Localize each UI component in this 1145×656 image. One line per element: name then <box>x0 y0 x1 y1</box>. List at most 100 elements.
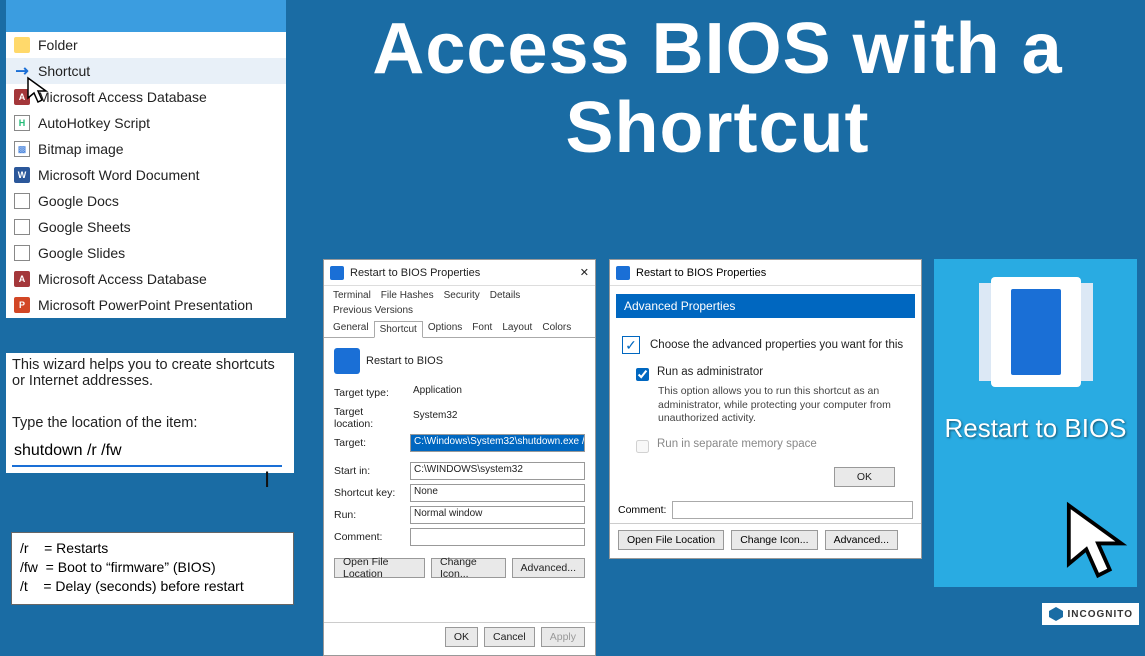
word-icon: W <box>14 167 30 183</box>
legend-line: /r = Restarts <box>20 539 285 558</box>
access-icon: A <box>14 89 30 105</box>
menu-item-gdocs[interactable]: Google Docs <box>6 188 286 214</box>
advanced-intro-text: Choose the advanced properties you want … <box>650 339 903 351</box>
menu-item-label: Microsoft Access Database <box>38 89 207 105</box>
menu-item-powerpoint[interactable]: P Microsoft PowerPoint Presentation <box>6 292 286 318</box>
menu-item-label: Google Sheets <box>38 219 131 235</box>
tab-security[interactable]: Security <box>439 288 485 303</box>
run-label: Run: <box>334 509 404 521</box>
cursor-icon <box>1063 498 1133 583</box>
comment-field[interactable] <box>410 528 585 546</box>
target-type-value: Application <box>410 384 585 402</box>
target-field[interactable]: C:\Windows\System32\shutdown.exe /r /fw … <box>410 434 585 452</box>
window-icon <box>330 266 344 280</box>
startin-label: Start in: <box>334 465 404 477</box>
close-button[interactable]: ✕ <box>571 266 589 279</box>
ok-button[interactable]: OK <box>445 627 478 647</box>
legend-line: /t = Delay (seconds) before restart <box>20 577 285 596</box>
tab-terminal[interactable]: Terminal <box>328 288 376 303</box>
shortcut-key-label: Shortcut key: <box>334 487 404 499</box>
comment-label: Comment: <box>618 504 666 516</box>
window-icon <box>616 266 630 280</box>
separate-memory-label: Run in separate memory space <box>657 438 817 450</box>
separate-memory-option: Run in separate memory space <box>636 438 909 453</box>
properties-dialog: Restart to BIOS Properties ✕ Terminal Fi… <box>323 259 596 656</box>
advanced-button[interactable]: Advanced... <box>512 558 585 578</box>
menu-item-label: Microsoft Access Database <box>38 271 207 287</box>
page-title: Access BIOS with a Shortcut <box>300 10 1135 168</box>
menu-item-ahk[interactable]: H AutoHotkey Script <box>6 110 286 136</box>
open-file-location-button[interactable]: Open File Location <box>618 530 724 550</box>
tabs-row-1: Terminal File Hashes Security Details Pr… <box>324 286 595 318</box>
run-as-admin-option[interactable]: Run as administrator <box>636 366 909 381</box>
location-input[interactable] <box>12 437 282 467</box>
window-title: Restart to BIOS Properties <box>350 267 565 279</box>
menu-item-folder[interactable]: Folder <box>6 32 286 58</box>
advanced-button[interactable]: Advanced... <box>825 530 898 550</box>
menu-item-access-db[interactable]: A Microsoft Access Database <box>6 84 286 110</box>
tab-colors[interactable]: Colors <box>537 320 576 337</box>
run-as-admin-checkbox[interactable] <box>636 368 649 381</box>
menu-item-gsheets[interactable]: Google Sheets <box>6 214 286 240</box>
switch-legend: /r = Restarts /fw = Boot to “firmware” (… <box>11 532 294 605</box>
tab-shortcut[interactable]: Shortcut <box>374 321 423 338</box>
tab-file-hashes[interactable]: File Hashes <box>376 288 439 303</box>
shortcut-file-icon <box>991 277 1081 387</box>
separate-memory-checkbox <box>636 440 649 453</box>
menu-item-label: Microsoft Word Document <box>38 167 200 183</box>
menu-item-word[interactable]: W Microsoft Word Document <box>6 162 286 188</box>
desktop-shortcut[interactable]: Restart to BIOS <box>934 259 1137 587</box>
run-dropdown[interactable]: Normal window <box>410 506 585 524</box>
titlebar: Restart to BIOS Properties ✕ <box>324 260 595 286</box>
menu-item-label: Google Docs <box>38 193 119 209</box>
change-icon-button[interactable]: Change Icon... <box>731 530 817 550</box>
menu-item-shortcut[interactable]: ↗ Shortcut <box>6 58 286 84</box>
comment-label: Comment: <box>334 531 404 543</box>
wizard-intro-text: This wizard helps you to create shortcut… <box>12 357 288 389</box>
autohotkey-icon: H <box>14 115 30 131</box>
cancel-button[interactable]: Cancel <box>484 627 535 647</box>
menu-item-label: AutoHotkey Script <box>38 115 150 131</box>
apply-button[interactable]: Apply <box>541 627 585 647</box>
shortcut-icon: ↗ <box>11 60 34 83</box>
target-location-label: Target location: <box>334 406 404 430</box>
shortcut-name: Restart to BIOS <box>366 355 443 367</box>
tab-details[interactable]: Details <box>485 288 526 303</box>
menu-item-bitmap[interactable]: ▩ Bitmap image <box>6 136 286 162</box>
target-type-label: Target type: <box>334 387 404 399</box>
change-icon-button[interactable]: Change Icon... <box>431 558 506 578</box>
check-icon: ✓ <box>622 336 640 354</box>
advanced-properties-dialog: Restart to BIOS Properties Advanced Prop… <box>609 259 922 559</box>
folder-icon <box>14 37 30 53</box>
access-icon: A <box>14 271 30 287</box>
menu-item-label: Folder <box>38 37 78 53</box>
advanced-properties-header: Advanced Properties <box>616 294 915 318</box>
tab-general[interactable]: General <box>328 320 374 337</box>
context-menu-header <box>6 0 286 32</box>
menu-item-label: Shortcut <box>38 63 90 79</box>
tabs-row-2: General Shortcut Options Font Layout Col… <box>324 318 595 338</box>
tab-font[interactable]: Font <box>467 320 497 337</box>
menu-item-label: Bitmap image <box>38 141 124 157</box>
window-title: Restart to BIOS Properties <box>636 267 915 279</box>
run-as-admin-label: Run as administrator <box>657 366 763 378</box>
google-sheets-icon <box>14 219 30 235</box>
logo-icon <box>1048 606 1064 622</box>
shortcut-label: Restart to BIOS <box>944 413 1126 444</box>
shortcut-key-field[interactable]: None <box>410 484 585 502</box>
google-slides-icon <box>14 245 30 261</box>
menu-item-access-db-2[interactable]: A Microsoft Access Database <box>6 266 286 292</box>
startin-field[interactable]: C:\WINDOWS\system32 <box>410 462 585 480</box>
watermark: INCOGNITO <box>1042 603 1139 625</box>
tab-layout[interactable]: Layout <box>497 320 537 337</box>
location-label: Type the location of the item: <box>12 415 288 431</box>
create-shortcut-wizard: This wizard helps you to create shortcut… <box>6 353 294 473</box>
google-docs-icon <box>14 193 30 209</box>
tab-options[interactable]: Options <box>423 320 467 337</box>
ok-button[interactable]: OK <box>834 467 895 487</box>
target-label: Target: <box>334 437 404 449</box>
tab-previous-versions[interactable]: Previous Versions <box>328 303 418 318</box>
open-file-location-button[interactable]: Open File Location <box>334 558 425 578</box>
comment-field[interactable] <box>672 501 913 519</box>
menu-item-gslides[interactable]: Google Slides <box>6 240 286 266</box>
